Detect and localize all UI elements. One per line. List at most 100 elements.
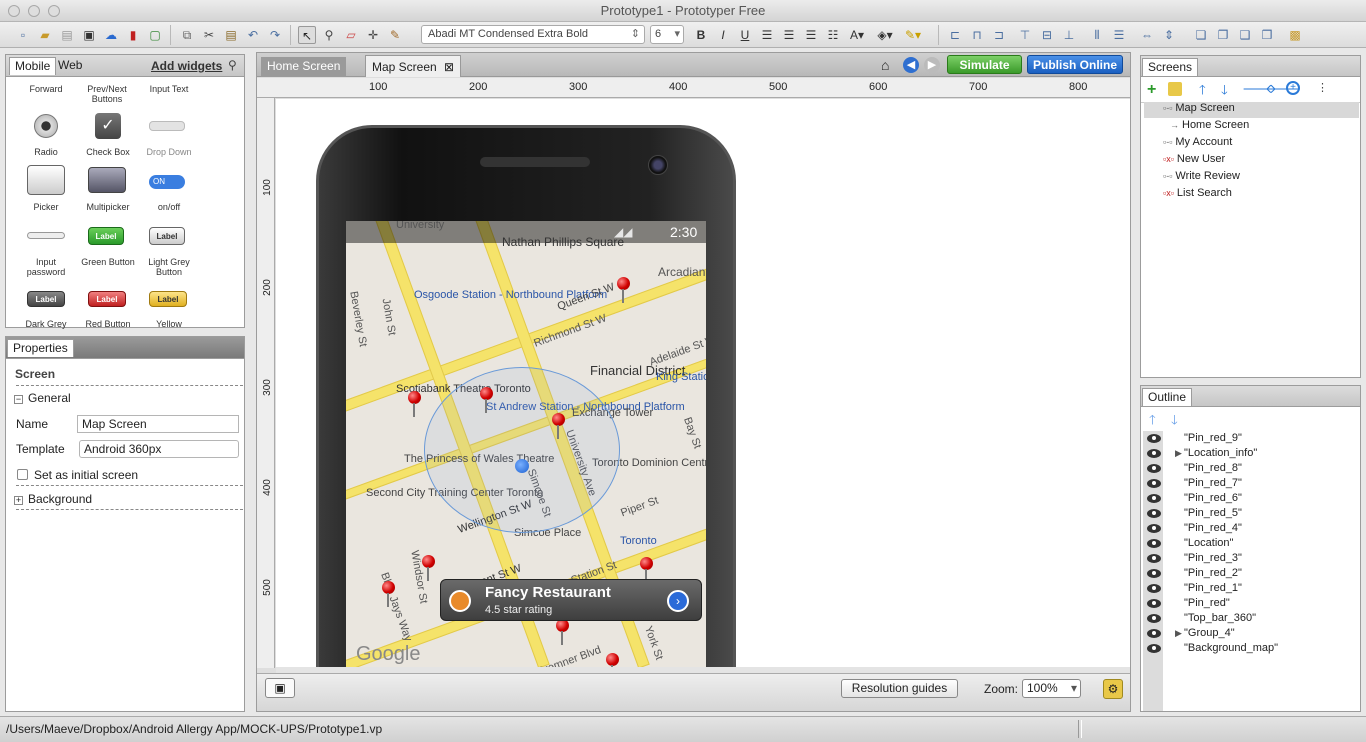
eye-icon[interactable] (1147, 554, 1161, 563)
resize-handle[interactable] (1078, 720, 1082, 738)
bring-front-icon[interactable]: ❏ (1192, 26, 1210, 44)
eye-icon[interactable] (1147, 614, 1161, 623)
font-family-select[interactable]: Abadi MT Condensed Extra Bold ⇕ (421, 25, 645, 44)
eye-icon[interactable] (1147, 569, 1161, 578)
screen-item-my-account[interactable]: ▫-▫ My Account (1163, 136, 1232, 148)
align-bottom-icon[interactable]: ⊥ (1060, 26, 1078, 44)
widget-picker[interactable]: Picker (21, 202, 71, 212)
dropdown-widget-icon[interactable] (149, 121, 185, 131)
picker-widget-icon[interactable] (27, 165, 65, 195)
move-up-icon[interactable]: 🡑 (1199, 81, 1206, 103)
cloud-icon[interactable]: ☁ (102, 26, 120, 44)
redo-icon[interactable]: ↷ (266, 26, 284, 44)
align-top-icon[interactable]: ⊤ (1016, 26, 1034, 44)
eye-icon[interactable] (1147, 599, 1161, 608)
tab-outline[interactable]: Outline (1142, 388, 1193, 406)
font-color-icon[interactable]: A▾ (848, 26, 866, 44)
pin-red-4[interactable] (382, 581, 395, 607)
close-window-button[interactable] (8, 5, 20, 17)
same-width-icon[interactable]: ⇔ (1138, 26, 1156, 44)
list-icon[interactable]: ☷ (824, 26, 842, 44)
input-password-widget-icon[interactable] (27, 232, 65, 239)
align-left-icon[interactable]: ☰ (758, 26, 776, 44)
font-size-select[interactable]: 6 ▾ (650, 25, 684, 44)
align-right-icon[interactable]: ☰ (802, 26, 820, 44)
same-height-icon[interactable]: ⇕ (1160, 26, 1178, 44)
eye-icon[interactable] (1147, 434, 1161, 443)
eye-icon[interactable] (1147, 644, 1161, 653)
chevron-right-icon[interactable]: › (667, 590, 689, 612)
back-icon[interactable]: ◀ (903, 57, 919, 73)
underline-icon[interactable]: U (736, 26, 754, 44)
outline-item[interactable]: "Pin_red_3" (1144, 551, 1359, 566)
screen-item-new-user[interactable]: ▫x▫ New User (1163, 153, 1225, 165)
outline-item[interactable]: "Pin_red_2" (1144, 566, 1359, 581)
radio-widget-icon[interactable] (34, 114, 58, 138)
eye-icon[interactable] (1147, 494, 1161, 503)
align-objects-left-icon[interactable]: ⊏ (946, 26, 964, 44)
screen-item-write-review[interactable]: ▫-▫ Write Review (1163, 170, 1240, 182)
publish-online-button[interactable]: Publish Online (1027, 55, 1123, 74)
add-screen-icon[interactable]: + (1147, 81, 1156, 99)
pin-red-9[interactable] (617, 277, 630, 303)
outline-move-down-icon[interactable]: 🡓 (1171, 411, 1178, 433)
resolution-guides-button[interactable]: Resolution guides (841, 679, 958, 698)
open-folder-icon[interactable]: ▰ (36, 26, 54, 44)
options-icon[interactable]: ⋮ (1317, 81, 1328, 94)
widget-drop-down[interactable]: Drop Down (139, 147, 199, 157)
tab-map-screen[interactable]: Map Screen ⊠ (365, 55, 462, 77)
fit-screen-icon[interactable]: ▣ (265, 678, 295, 698)
export-icon[interactable]: ▢ (146, 26, 164, 44)
outline-item[interactable]: "Pin_red" (1144, 596, 1359, 611)
template-select[interactable]: Android 360px (79, 440, 239, 458)
align-objects-right-icon[interactable]: ⊐ (990, 26, 1008, 44)
outline-item[interactable]: ▶ "Group_4" (1144, 626, 1359, 641)
screen-item-home[interactable]: → Home Screen (1170, 119, 1249, 131)
widget-multipicker[interactable]: Multipicker (78, 202, 138, 212)
pointer-tool-icon[interactable]: ↖ (298, 26, 316, 44)
tab-screens[interactable]: Screens (1142, 58, 1199, 76)
widget-check-box[interactable]: Check Box (78, 147, 138, 157)
pin-red-7[interactable] (480, 387, 493, 413)
distribute-horizontal-icon[interactable]: ⫴ (1088, 26, 1106, 44)
outline-item[interactable]: "Pin_red_1" (1144, 581, 1359, 596)
expand-arrow-icon[interactable]: ▶ (1175, 446, 1182, 461)
send-backward-icon[interactable]: ❑ (1236, 26, 1254, 44)
tab-web[interactable]: Web (53, 57, 87, 75)
tab-home-screen[interactable]: Home Screen (261, 57, 347, 77)
pin-red-5[interactable] (422, 555, 435, 581)
fill-color-icon[interactable]: ◈▾ (876, 26, 894, 44)
green-button-widget-icon[interactable]: Label (88, 227, 124, 245)
outline-item[interactable]: "Pin_red_8" (1144, 461, 1359, 476)
align-objects-center-icon[interactable]: ⊓ (968, 26, 986, 44)
widget-light-grey-button[interactable]: Light Grey Button (139, 257, 199, 277)
pin-red-3[interactable] (640, 557, 653, 583)
zoom-window-button[interactable] (48, 5, 60, 17)
save-icon[interactable]: ▣ (80, 26, 98, 44)
screen-item-list-search[interactable]: ▫x▫ List Search (1163, 187, 1232, 199)
pin-red-6[interactable] (552, 413, 565, 439)
forward-icon[interactable]: ▶ (924, 57, 940, 73)
dark-grey-button-widget-icon[interactable]: Label (27, 291, 65, 307)
minimize-window-button[interactable] (28, 5, 40, 17)
bring-forward-icon[interactable]: ❐ (1214, 26, 1232, 44)
pin-red-1[interactable] (606, 653, 619, 667)
zoom-select[interactable]: 100% ▾ (1022, 679, 1081, 698)
widget-input-text[interactable]: Input Text (139, 84, 199, 94)
new-file-icon[interactable]: ▫ (14, 26, 32, 44)
multipicker-widget-icon[interactable] (88, 167, 126, 193)
undo-icon[interactable]: ↶ (244, 26, 262, 44)
crop-icon[interactable]: ✛ (364, 26, 382, 44)
outline-item[interactable]: "Pin_red_5" (1144, 506, 1359, 521)
screen-name-input[interactable]: Map Screen (77, 415, 239, 433)
outline-item[interactable]: "Background_map" (1144, 641, 1359, 656)
simulate-button[interactable]: Simulate (947, 55, 1022, 74)
distribute-vertical-icon[interactable]: ☰ (1110, 26, 1128, 44)
outline-item[interactable]: "Location" (1144, 536, 1359, 551)
eye-icon[interactable] (1147, 524, 1161, 533)
tab-properties[interactable]: Properties (7, 339, 74, 357)
eye-icon[interactable] (1147, 539, 1161, 548)
home-icon[interactable]: ⌂ (881, 57, 897, 73)
checkbox-widget-icon[interactable]: ✓ (95, 113, 121, 139)
line-color-icon[interactable]: ✎▾ (904, 26, 922, 44)
